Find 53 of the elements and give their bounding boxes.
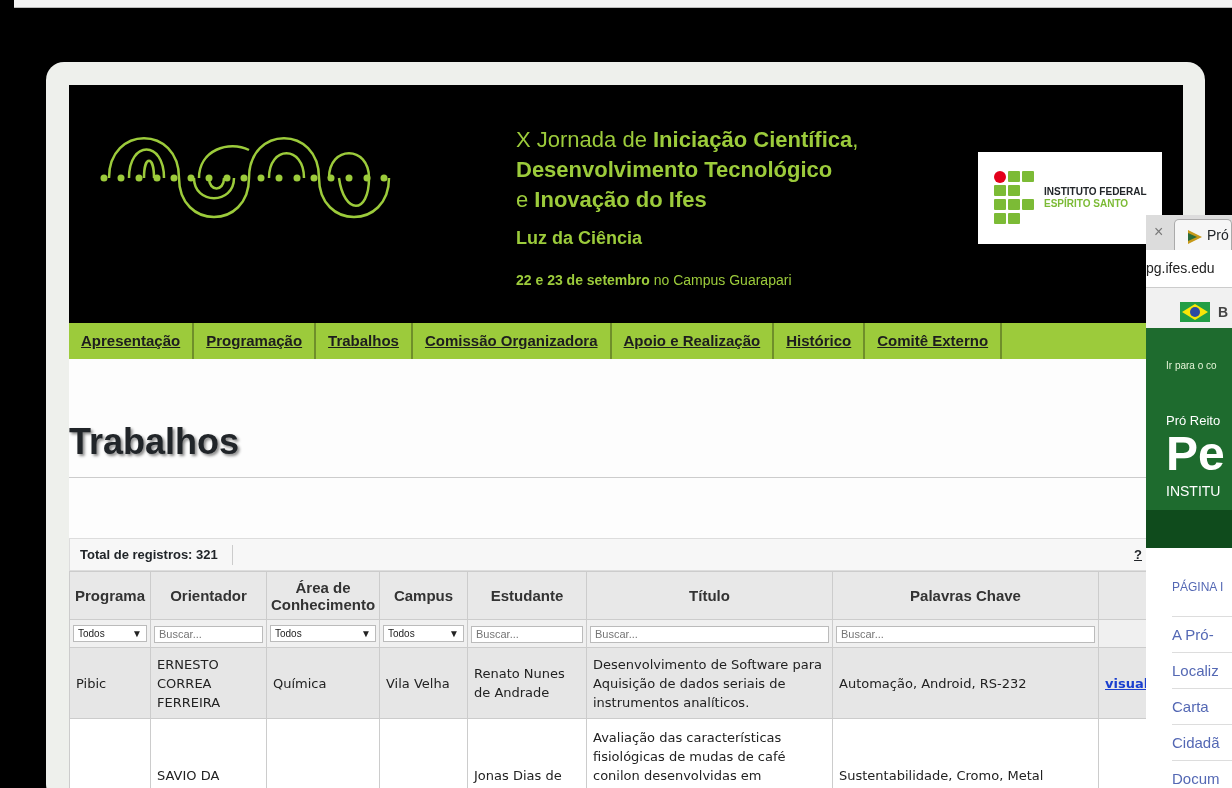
menu-item[interactable]: Localiz	[1172, 652, 1232, 688]
table-cell-text: Pibic	[76, 675, 107, 691]
help-link[interactable]: ?	[1134, 544, 1142, 565]
table-cell-text: Renato Nunes de Andrade	[474, 666, 565, 700]
browser-tab[interactable]: Pró	[1174, 219, 1232, 250]
table-cell-text: Química	[273, 675, 327, 691]
table-cell-text: Automação, Android, RS-232	[839, 675, 1027, 691]
dropdown-caret-icon: ▼	[361, 626, 371, 641]
menu-item[interactable]: Docum	[1172, 760, 1232, 788]
site-kicker: Pró Reito	[1166, 412, 1222, 430]
site-title: Pe	[1166, 430, 1226, 477]
table-cell-text: Desenvolvimento de Software para Aquisição de dados seriais de instrumentos analíticos.	[593, 656, 823, 710]
menu-item[interactable]: A Pró-	[1172, 616, 1232, 652]
search-field[interactable]: Buscar...	[471, 626, 583, 643]
page-title: Trabalhos	[69, 421, 241, 463]
logo-text: INSTITUTO FEDERAL	[1044, 186, 1147, 197]
flag-icon	[1180, 302, 1210, 322]
column-header[interactable]: Título	[586, 571, 833, 620]
menu-heading: PÁGINA I	[1172, 578, 1225, 596]
square-grid-icon	[994, 171, 1036, 225]
column-header[interactable]: Estudante	[467, 571, 587, 620]
menu-item[interactable]: Cidadã	[1172, 724, 1232, 760]
record-count: Total de registros: 321	[70, 544, 233, 565]
event-subtitle: Luz da Ciência	[516, 227, 644, 250]
column-header[interactable]: Área de Conhecimento	[266, 571, 380, 620]
column-header[interactable]: Programa	[69, 571, 151, 620]
site-subtitle: INSTITU	[1166, 481, 1222, 501]
table-cell-text: Jonas Dias de	[474, 768, 562, 783]
search-field[interactable]: Buscar...	[590, 626, 829, 643]
column-header[interactable]: Campus	[379, 571, 468, 620]
table-cell-text: Vila Velha	[386, 675, 450, 691]
table-cell-text: SAVIO DA	[157, 768, 220, 783]
column-header[interactable]: Palavras Chave	[832, 571, 1099, 620]
event-title-line: Desenvolvimento Tecnológico	[516, 156, 834, 184]
filter-dropdown[interactable]: Todos ▼	[270, 625, 376, 642]
filter-dropdown[interactable]: Todos ▼	[73, 625, 147, 642]
event-title-line: e Inovação do Ifes	[516, 186, 708, 214]
column-header[interactable]: Orientador	[150, 571, 267, 620]
event-title-line: X Jornada de Iniciação Científica,	[516, 126, 859, 154]
table-cell-text: ERNESTO CORREA FERREIRA	[157, 656, 221, 710]
table-cell-text: Sustentabilidade, Cromo, Metal	[839, 768, 1044, 783]
event-date: 22 e 23 de setembro no Campus Guarapari	[516, 271, 793, 290]
favicon-icon	[1187, 229, 1203, 245]
logo-subtext: ESPÍRITO SANTO	[1044, 198, 1130, 210]
search-field[interactable]: Buscar...	[154, 626, 263, 643]
search-field[interactable]: Buscar...	[836, 626, 1095, 643]
gov-bar-text: B	[1218, 302, 1229, 322]
skip-link[interactable]: Ir para o co	[1166, 358, 1232, 373]
filter-dropdown[interactable]: Todos ▼	[383, 625, 464, 642]
dropdown-caret-icon: ▼	[132, 626, 142, 641]
dropdown-caret-icon: ▼	[449, 626, 459, 641]
menu-item[interactable]: Carta	[1172, 688, 1232, 724]
table-cell-text: Avaliação das características fisiológicas de mudas de café conilon desenvolvidas em	[593, 730, 786, 783]
